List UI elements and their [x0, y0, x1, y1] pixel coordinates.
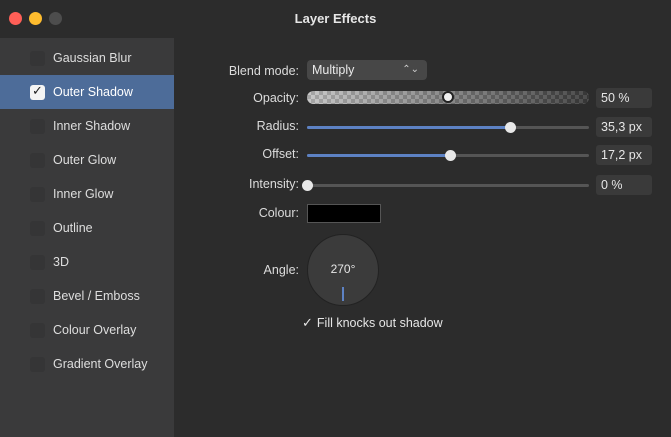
angle-label: Angle:	[263, 263, 299, 277]
sidebar-item-outer-shadow[interactable]: ✓ Outer Shadow	[0, 75, 174, 109]
sidebar-item-label: Outer Glow	[53, 153, 117, 167]
colour-overlay-checkbox[interactable]	[30, 322, 45, 338]
sidebar-item-label: Outline	[53, 221, 93, 235]
intensity-label: Intensity:	[248, 177, 299, 191]
fill-knocks-out-checkbox[interactable]: ✓ Fill knocks out shadow	[302, 315, 443, 331]
blend-mode-label: Blend mode:	[228, 64, 299, 78]
colour-swatch[interactable]	[307, 204, 381, 223]
angle-value: 270°	[330, 262, 356, 276]
blend-mode-value: Multiply	[312, 63, 355, 77]
angle-needle	[342, 287, 344, 301]
effect-settings-panel: Blend mode: Multiply ⌃⌄ Opacity: 50 % Ra…	[174, 38, 671, 437]
offset-label: Offset:	[262, 147, 299, 161]
checkmark-icon: ✓	[302, 315, 313, 330]
gaussian-blur-checkbox[interactable]	[30, 50, 45, 66]
sidebar-item-label: Bevel / Emboss	[53, 289, 140, 303]
sidebar-item-bevel-emboss[interactable]: Bevel / Emboss	[0, 279, 174, 313]
sidebar-item-label: Colour Overlay	[53, 323, 137, 337]
blend-mode-select[interactable]: Multiply ⌃⌄	[307, 60, 427, 80]
radius-label: Radius:	[256, 119, 299, 133]
fill-knocks-out-label: Fill knocks out shadow	[316, 316, 443, 330]
colour-label: Colour:	[258, 206, 299, 220]
offset-slider-knob[interactable]	[445, 150, 457, 161]
sidebar-item-gradient-overlay[interactable]: Gradient Overlay	[0, 347, 174, 381]
sidebar-item-label: 3D	[53, 255, 69, 269]
intensity-value-field[interactable]: 0 %	[596, 175, 652, 195]
outline-checkbox[interactable]	[30, 220, 45, 236]
updown-chevron-icon: ⌃⌄	[402, 64, 419, 75]
sidebar-item-inner-shadow[interactable]: Inner Shadow	[0, 109, 174, 143]
sidebar-item-label: Outer Shadow	[53, 85, 133, 99]
intensity-slider-knob[interactable]	[301, 180, 313, 191]
sidebar-item-3d[interactable]: 3D	[0, 245, 174, 279]
gradient-overlay-checkbox[interactable]	[30, 356, 45, 372]
opacity-label: Opacity:	[253, 91, 299, 105]
sidebar-item-label: Inner Glow	[53, 187, 114, 201]
sidebar-item-colour-overlay[interactable]: Colour Overlay	[0, 313, 174, 347]
angle-dial[interactable]: 270°	[307, 234, 379, 306]
3d-checkbox[interactable]	[30, 254, 45, 270]
outer-glow-checkbox[interactable]	[30, 152, 45, 168]
sidebar-item-gaussian-blur[interactable]: Gaussian Blur	[0, 41, 174, 75]
radius-slider[interactable]	[307, 126, 589, 129]
opacity-value-field[interactable]: 50 %	[596, 88, 652, 108]
radius-slider-knob[interactable]	[504, 122, 516, 133]
radius-value-field[interactable]: 35,3 px	[596, 117, 652, 137]
checkmark-icon: ✓	[32, 82, 43, 98]
sidebar-item-label: Inner Shadow	[53, 119, 131, 133]
sidebar-item-label: Gradient Overlay	[53, 357, 148, 371]
title-bar: Layer Effects	[0, 0, 671, 38]
inner-glow-checkbox[interactable]	[30, 186, 45, 202]
layer-effects-window: Layer Effects Gaussian Blur ✓ Outer Shad…	[0, 0, 671, 437]
window-title: Layer Effects	[294, 11, 377, 26]
offset-value-field[interactable]: 17,2 px	[596, 145, 652, 165]
bevel-emboss-checkbox[interactable]	[30, 288, 45, 304]
sidebar-item-label: Gaussian Blur	[53, 51, 132, 65]
opacity-slider-knob[interactable]	[442, 91, 454, 103]
effects-sidebar: Gaussian Blur ✓ Outer Shadow Inner Shado…	[0, 38, 174, 437]
sidebar-item-inner-glow[interactable]: Inner Glow	[0, 177, 174, 211]
inner-shadow-checkbox[interactable]	[30, 118, 45, 134]
sidebar-item-outer-glow[interactable]: Outer Glow	[0, 143, 174, 177]
outer-shadow-checkbox[interactable]: ✓	[30, 82, 45, 100]
sidebar-item-outline[interactable]: Outline	[0, 211, 174, 245]
intensity-slider[interactable]	[307, 184, 589, 187]
